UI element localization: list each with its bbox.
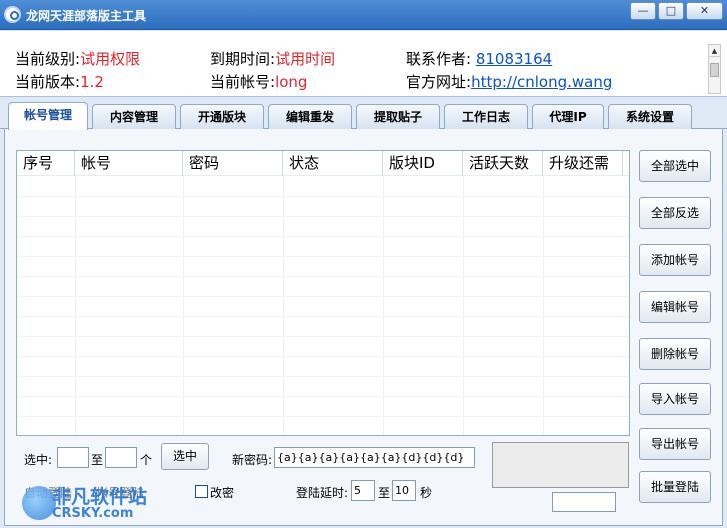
account-table[interactable]: 序号 帐号 密码 状态 版块ID 活跃天数 升级还需 (16, 150, 630, 436)
grid-row-line (17, 356, 629, 357)
scroll-up-icon[interactable]: ▲ (709, 45, 720, 57)
grid-row-line (17, 276, 629, 277)
delay-to-input[interactable]: 10 (392, 480, 416, 501)
select-label: 选中: (24, 453, 53, 467)
status-input[interactable] (552, 492, 616, 512)
tab-edit-repost[interactable]: 编辑重发 (268, 104, 352, 129)
tab-system-settings[interactable]: 系统设置 (608, 104, 692, 129)
delete-account-button[interactable]: 删除帐号 (639, 338, 711, 370)
batch-login-button[interactable]: 批量登陆 (639, 471, 711, 503)
seconds-label: 秒 (420, 486, 433, 500)
change-password-checkbox[interactable] (195, 485, 208, 498)
account-row: 当前帐号:long (210, 71, 307, 92)
export-account-button[interactable]: 导出帐号 (639, 428, 711, 460)
grid-row-line (17, 196, 629, 197)
column-header-upgrade-need[interactable]: 升级还需 (543, 151, 623, 176)
account-label: 当前帐号: (210, 73, 276, 91)
table-header: 序号 帐号 密码 状态 版块ID 活跃天数 升级还需 (17, 151, 629, 176)
grid-row-line (17, 296, 629, 297)
expire-label: 到期时间: (210, 50, 276, 68)
contact-link[interactable]: 81083164 (476, 50, 552, 68)
select-to-label: 至 (91, 453, 104, 467)
tab-bar: 帐号管理 内容管理 开通版块 编辑重发 提取贴子 工作日志 代理IP 系统设置 (0, 102, 727, 130)
tab-work-log[interactable]: 工作日志 (444, 104, 528, 129)
version-row: 当前版本:1.2 (15, 71, 104, 92)
grid-row-line (17, 316, 629, 317)
column-header-active-days[interactable]: 活跃天数 (463, 151, 543, 176)
version-label: 当前版本: (15, 73, 81, 91)
new-password-input[interactable]: {a}{a}{a}{a}{a}{a}{d}{d}{d} (274, 447, 475, 468)
new-password-label: 新密码: (232, 453, 273, 467)
select-to-input[interactable] (105, 447, 137, 468)
tab-open-board[interactable]: 开通版块 (180, 104, 264, 129)
contact-row: 联系作者: 81083164 (406, 48, 552, 69)
window-title: 龙网天涯部落版主工具 (26, 9, 147, 23)
contact-label: 联系作者: (406, 50, 472, 68)
select-range-button[interactable]: 选中 (161, 443, 209, 470)
site-link[interactable]: http://cnlong.wang (471, 73, 612, 91)
select-unit-label: 个 (140, 453, 153, 467)
app-icon (4, 6, 21, 23)
level-label: 当前级别: (15, 50, 81, 68)
title-bar: 龙网天涯部落版主工具 — □ ✕ (0, 0, 727, 30)
site-label: 官方网址: (406, 73, 472, 91)
select-all-button[interactable]: 全部选中 (639, 150, 711, 182)
watermark-en: CRSKY.com (52, 506, 134, 521)
grid-row-line (17, 256, 629, 257)
grid-row-line (17, 376, 629, 377)
column-header-password[interactable]: 密码 (183, 151, 283, 176)
delay-from-input[interactable]: 5 (351, 480, 375, 501)
invert-selection-button[interactable]: 全部反选 (639, 197, 711, 229)
delay-to-label: 至 (378, 486, 391, 500)
grid-row-line (17, 236, 629, 237)
level-value: 试用权限 (80, 50, 141, 68)
column-header-status[interactable]: 状态 (283, 151, 383, 176)
grid-row-line (17, 336, 629, 337)
watermark-logo-icon (22, 486, 56, 520)
info-panel: 当前级别:试用权限 到期时间:试用时间 联系作者: 81083164 当前版本:… (0, 31, 727, 97)
watermark: 非凡软件站 CRSKY.com (22, 480, 172, 524)
tab-proxy-ip[interactable]: 代理IP (532, 104, 604, 129)
account-value: long (275, 73, 308, 91)
version-value: 1.2 (80, 73, 104, 91)
maximize-button[interactable]: □ (658, 2, 684, 20)
grid-row-line (17, 216, 629, 217)
tab-extract-posts[interactable]: 提取贴子 (356, 104, 440, 129)
scroll-thumb[interactable] (710, 63, 719, 77)
column-header-index[interactable]: 序号 (17, 151, 75, 176)
select-from-input[interactable] (57, 447, 89, 468)
login-delay-label: 登陆延时: (296, 486, 349, 500)
grid-row-line (17, 396, 629, 397)
tab-account-management[interactable]: 帐号管理 (8, 102, 88, 130)
change-password-label: 改密 (210, 486, 235, 500)
column-header-board-id[interactable]: 版块ID (383, 151, 463, 176)
column-header-account[interactable]: 帐号 (75, 151, 183, 176)
level-row: 当前级别:试用权限 (15, 48, 140, 69)
tab-content-management[interactable]: 内容管理 (92, 104, 176, 129)
close-button[interactable]: ✕ (686, 2, 723, 20)
expire-row: 到期时间:试用时间 (210, 48, 335, 69)
preview-box (492, 442, 629, 488)
minimize-button[interactable]: — (630, 2, 656, 20)
expire-value: 试用时间 (275, 50, 336, 68)
add-account-button[interactable]: 添加帐号 (639, 244, 711, 276)
import-account-button[interactable]: 导入帐号 (639, 383, 711, 415)
grid-row-line (17, 416, 629, 417)
site-row: 官方网址:http://cnlong.wang (406, 71, 612, 92)
info-scrollbar[interactable]: ▲ (708, 44, 721, 94)
watermark-cn: 非凡软件站 (52, 486, 148, 508)
edit-account-button[interactable]: 编辑帐号 (639, 291, 711, 323)
